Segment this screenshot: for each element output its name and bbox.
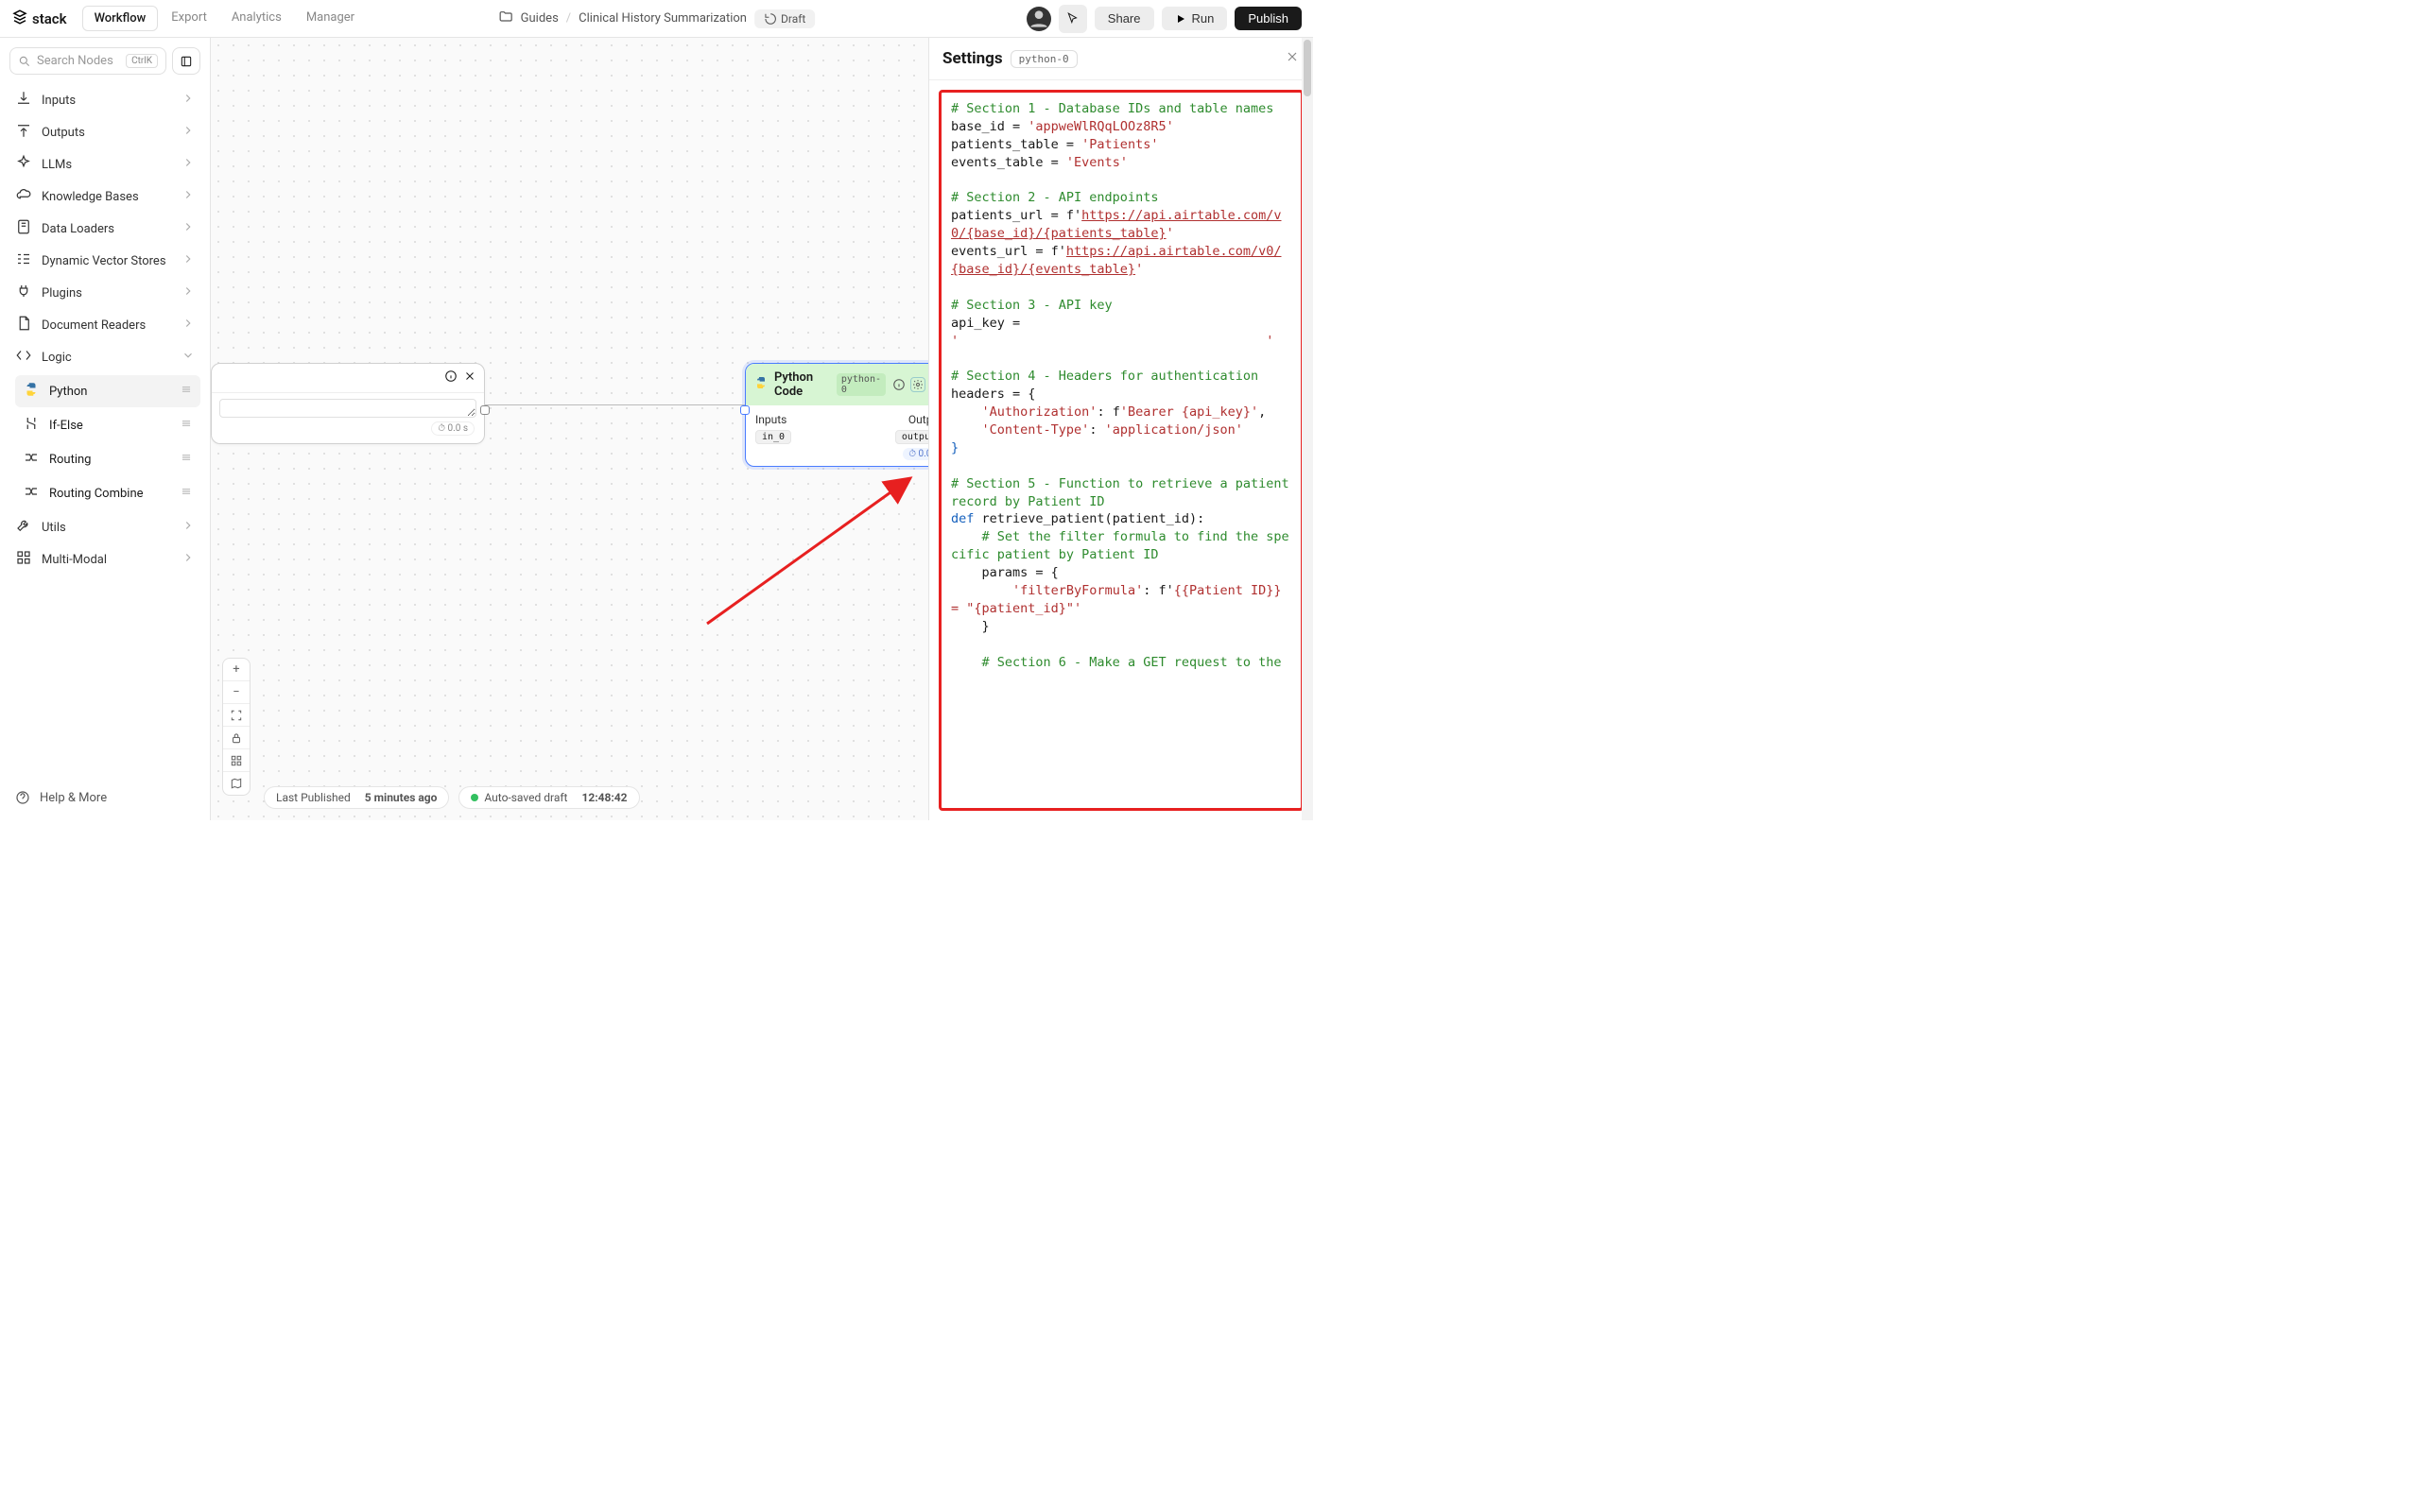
doc-icon: [15, 315, 32, 335]
avatar[interactable]: [1027, 7, 1051, 31]
upstream-node[interactable]: ⏱ 0.0 s: [211, 363, 485, 444]
brand-text: stack: [32, 10, 67, 27]
zoom-controls: + −: [222, 658, 251, 796]
sidebar-item-data-loaders[interactable]: Data Loaders: [9, 213, 200, 245]
edge[interactable]: [485, 404, 745, 405]
code-editor[interactable]: # Section 1 - Database IDs and table nam…: [939, 90, 1304, 811]
settings-title: Settings: [942, 49, 1003, 68]
database-icon: [15, 218, 32, 239]
sidebar-item-inputs[interactable]: Inputs: [9, 84, 200, 116]
tab-manager[interactable]: Manager: [295, 6, 366, 31]
help-button[interactable]: Help & More: [9, 784, 200, 811]
last-published-pill: Last Published 5 minutes ago: [264, 786, 449, 809]
info-icon[interactable]: [891, 377, 907, 392]
status-dot-icon: [471, 794, 478, 801]
sidebar-item-outputs[interactable]: Outputs: [9, 116, 200, 148]
topbar: stack Workflow Export Analytics Manager …: [0, 0, 1313, 38]
breadcrumb-folder[interactable]: Guides: [521, 11, 559, 26]
list-icon: [15, 250, 32, 271]
auto-saved-pill: Auto-saved draft 12:48:42: [458, 786, 639, 809]
branch-icon: [23, 415, 40, 436]
publish-button[interactable]: Publish: [1235, 7, 1302, 30]
python-node[interactable]: Python Code python-0 Inputs in_0 Output …: [745, 363, 928, 467]
sidebar-subitem-if-else[interactable]: If-Else: [15, 409, 200, 441]
search-icon: [18, 55, 31, 68]
inputs-label: Inputs: [755, 413, 791, 426]
cloud-icon: [15, 186, 32, 207]
scrollbar[interactable]: [1302, 38, 1313, 820]
breadcrumb-page[interactable]: Clinical History Summarization: [579, 11, 747, 26]
scrollbar-thumb[interactable]: [1304, 40, 1311, 96]
zoom-in-button[interactable]: +: [223, 659, 250, 681]
chevron-right-icon: [182, 92, 195, 109]
search-input[interactable]: Search Nodes CtrlK: [9, 47, 166, 75]
node-id-tag: python-0: [837, 373, 886, 396]
brand-logo: stack: [11, 9, 67, 29]
code-icon: [15, 347, 32, 368]
input-port[interactable]: [740, 405, 750, 415]
tab-export[interactable]: Export: [160, 6, 218, 31]
canvas[interactable]: ⏱ 0.0 s Python Code python-0 Inputs in_0: [211, 38, 928, 820]
close-icon[interactable]: [463, 369, 476, 387]
sidebar-subitem-routing-combine[interactable]: Routing Combine: [15, 477, 200, 509]
settings-node-tag: python-0: [1011, 50, 1078, 68]
upload-icon: [15, 122, 32, 143]
output-port[interactable]: [480, 405, 490, 415]
draft-badge[interactable]: Draft: [754, 9, 815, 28]
node-timing: ⏱ 0.0 s: [903, 448, 928, 460]
sidebar-item-plugins[interactable]: Plugins: [9, 277, 200, 309]
wrench-icon: [15, 517, 32, 538]
grid-icon: [15, 549, 32, 570]
search-shortcut: CtrlK: [126, 54, 158, 68]
grip-icon[interactable]: [180, 383, 193, 400]
node-timing: ⏱ 0.0 s: [431, 421, 475, 436]
sidebar-item-knowledge-bases[interactable]: Knowledge Bases: [9, 180, 200, 213]
python-icon: [23, 381, 40, 402]
topbar-right: Share Run Publish: [1027, 5, 1302, 33]
sidebar-subitem-routing[interactable]: Routing: [15, 443, 200, 475]
sidebar-item-logic[interactable]: Logic: [9, 341, 200, 373]
gear-icon[interactable]: [910, 377, 925, 392]
sidebar-item-utils[interactable]: Utils: [9, 511, 200, 543]
stack-icon: [11, 9, 28, 29]
sparkle-icon: [15, 154, 32, 175]
route-icon: [23, 449, 40, 470]
close-icon[interactable]: [1285, 49, 1300, 68]
download-icon: [15, 90, 32, 111]
map-button[interactable]: [223, 772, 250, 795]
breadcrumb: Guides / Clinical History Summarization …: [498, 9, 816, 28]
breadcrumb-separator: /: [566, 11, 571, 26]
python-icon: [753, 375, 769, 394]
folder-icon: [498, 9, 513, 28]
collapse-sidebar-button[interactable]: [172, 47, 200, 75]
sidebar-item-llms[interactable]: LLMs: [9, 148, 200, 180]
settings-panel: Settings python-0 # Section 1 - Database…: [928, 38, 1313, 820]
run-button[interactable]: Run: [1162, 7, 1228, 30]
sidebar-subitem-python[interactable]: Python: [15, 375, 200, 407]
chevron-down-icon: [182, 349, 195, 366]
input-port-label: in_0: [755, 430, 791, 444]
output-port-label: output: [895, 430, 928, 444]
sidebar-item-document-readers[interactable]: Document Readers: [9, 309, 200, 341]
route-icon: [23, 483, 40, 504]
plug-icon: [15, 283, 32, 303]
node-content-area[interactable]: [219, 399, 476, 418]
node-title: Python Code: [774, 370, 831, 399]
info-icon[interactable]: [444, 369, 458, 387]
outputs-label: Output: [908, 413, 928, 426]
nav-tabs: Workflow Export Analytics Manager: [82, 6, 367, 31]
fit-button[interactable]: [223, 704, 250, 727]
minimap-button[interactable]: [223, 749, 250, 772]
cursor-mode-button[interactable]: [1059, 5, 1087, 33]
sidebar-item-dynamic-vector-stores[interactable]: Dynamic Vector Stores: [9, 245, 200, 277]
share-button[interactable]: Share: [1095, 7, 1154, 30]
zoom-out-button[interactable]: −: [223, 681, 250, 704]
lock-button[interactable]: [223, 727, 250, 749]
tab-workflow[interactable]: Workflow: [82, 6, 159, 31]
tab-analytics[interactable]: Analytics: [220, 6, 293, 31]
sidebar-item-multi-modal[interactable]: Multi-Modal: [9, 543, 200, 576]
sidebar: Search Nodes CtrlK Inputs Outputs LLMs K…: [0, 38, 211, 820]
